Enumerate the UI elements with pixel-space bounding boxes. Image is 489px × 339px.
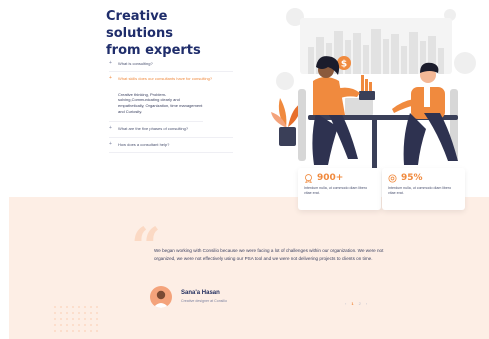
svg-text:$: $ — [341, 60, 347, 70]
testimonial-pager: ‹ 1 2 › — [345, 301, 372, 306]
section-heading: Creative solutions from experts — [106, 8, 236, 59]
stat-text: Interdum nulla, ut commodo diam libero v… — [304, 186, 368, 195]
faq-question: What are the five phases of consulting? — [118, 126, 189, 132]
person-icon — [153, 290, 169, 308]
faq-item-consultant-skills[interactable]: + What skills does our consultants have … — [109, 72, 233, 86]
plus-icon: + — [109, 60, 112, 66]
plus-icon: + — [109, 140, 112, 147]
stat-value: 95% — [401, 173, 423, 183]
man-figure — [392, 62, 458, 165]
faq-question: What skills does our consultants have fo… — [118, 76, 213, 82]
plus-icon: + — [109, 125, 112, 132]
faq-item-consultant-help[interactable]: + How does a consultant help? — [109, 138, 233, 153]
faq-item-what-is-consulting[interactable]: + What is consulting? — [109, 57, 233, 73]
faq-accordion: + What is consulting? + What skills does… — [109, 57, 233, 153]
consulting-illustration: $ — [271, 8, 476, 170]
stat-card-projects: 900+ Interdum nulla, ut commodo diam lib… — [298, 168, 381, 210]
stat-text: Interdum nulla, ut commodo diam libero v… — [388, 186, 452, 195]
faq-answer: Creative thinking, Problem-solving,Commu… — [109, 87, 203, 123]
minus-icon: + — [109, 75, 112, 82]
pager-current[interactable]: 1 — [351, 301, 353, 306]
faq-item-five-phases[interactable]: + What are the five phases of consulting… — [109, 122, 233, 138]
heading-line-1: Creative solutions — [106, 9, 173, 41]
stat-card-satisfaction: 95% Interdum nulla, ut commodo diam libe… — [382, 168, 465, 210]
potted-plant-icon — [271, 98, 302, 146]
author-role: Creative designer at Consilio — [181, 299, 227, 303]
testimonial-quote: We began working with Consilio because w… — [154, 248, 384, 262]
pager-next-page[interactable]: 2 — [359, 301, 361, 306]
trophy-icon — [305, 173, 312, 183]
prev-arrow-icon[interactable]: ‹ — [345, 301, 346, 306]
author-name: Sana'a Hasan — [181, 290, 220, 296]
avatar — [150, 286, 172, 308]
next-arrow-icon[interactable]: › — [366, 301, 367, 306]
faq-question: How does a consultant help? — [118, 141, 170, 147]
stat-value: 900+ — [317, 173, 344, 183]
faq-question: What is consulting? — [118, 61, 153, 66]
dot-pattern — [52, 304, 100, 334]
target-icon — [388, 173, 397, 183]
